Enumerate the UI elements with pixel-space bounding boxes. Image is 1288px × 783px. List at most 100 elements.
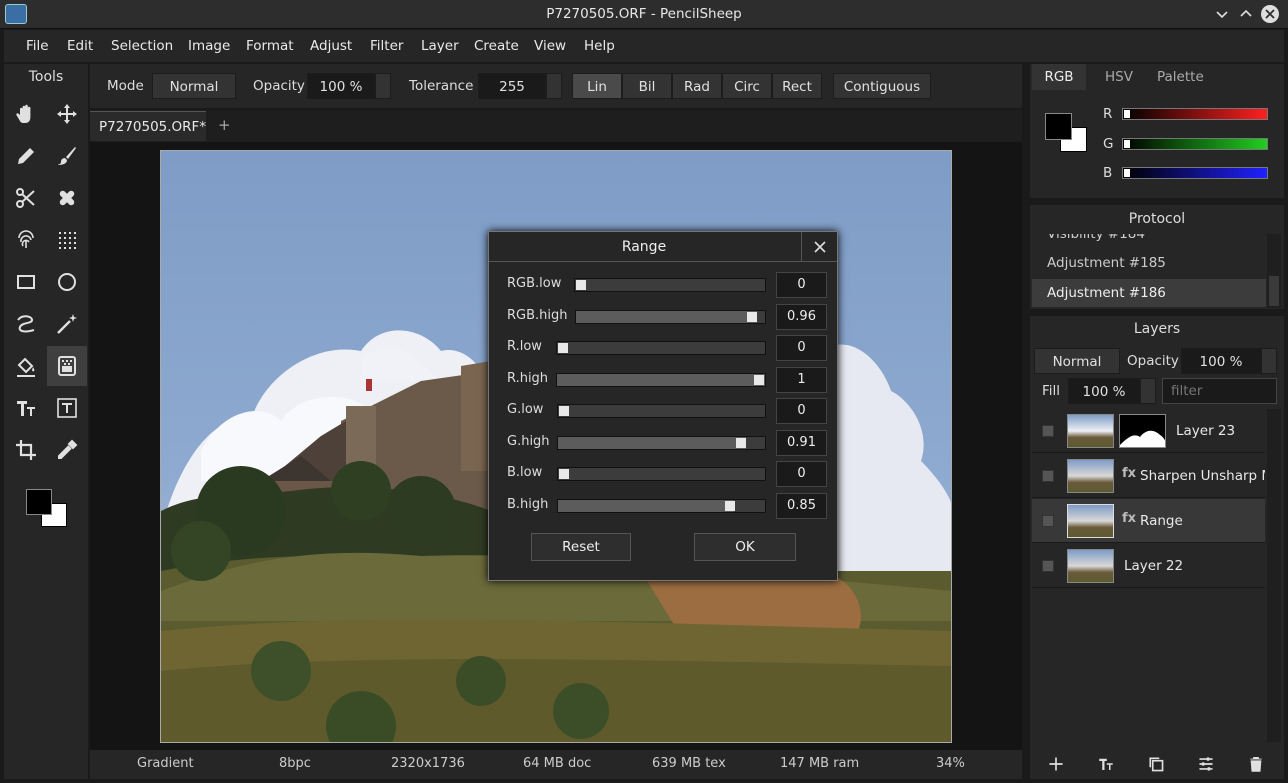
channel-slider-handle[interactable] (1124, 169, 1130, 177)
shape-radial-button[interactable]: Rad (672, 73, 722, 99)
layer-row[interactable]: Layer 23 (1032, 409, 1265, 453)
protocol-item[interactable]: Adjustment #185 (1047, 251, 1166, 275)
menu-file[interactable]: File (26, 30, 49, 62)
layer-row[interactable]: fx Sharpen Unsharp M (1032, 454, 1265, 498)
layer-fill-field[interactable]: 100 % (1068, 378, 1140, 404)
magic-wand-tool-icon[interactable] (47, 304, 87, 344)
layer-visibility-checkbox[interactable] (1042, 425, 1054, 437)
tolerance-spin[interactable] (546, 73, 562, 99)
menu-image[interactable]: Image (188, 30, 230, 62)
range-slider-handle[interactable] (559, 469, 569, 479)
layer-visibility-checkbox[interactable] (1042, 470, 1054, 482)
protocol-scrollbar[interactable] (1267, 234, 1281, 308)
shape-circular-button[interactable]: Circ (722, 73, 772, 99)
fingerprint-tool-icon[interactable] (6, 220, 46, 260)
tab-hsv[interactable]: HSV (1105, 64, 1133, 90)
lasso-tool-icon[interactable] (6, 304, 46, 344)
layer-filter-input[interactable] (1162, 378, 1277, 404)
channel-slider-handle[interactable] (1124, 110, 1130, 118)
channel-slider[interactable] (1122, 167, 1268, 179)
shape-linear-button[interactable]: Lin (572, 73, 622, 99)
channel-slider[interactable] (1122, 108, 1268, 120)
channel-slider-handle[interactable] (1124, 139, 1130, 148)
layer-opacity-spin[interactable] (1261, 348, 1277, 374)
range-value-field[interactable]: 0 (776, 398, 827, 424)
menu-help[interactable]: Help (584, 30, 615, 62)
tool-foreground-swatch[interactable] (26, 489, 52, 515)
dialog-close-icon[interactable] (801, 232, 837, 262)
range-slider[interactable] (557, 404, 766, 418)
range-slider[interactable] (556, 341, 766, 355)
tolerance-field[interactable]: 255 (478, 73, 546, 99)
text-tool-icon[interactable] (6, 388, 46, 428)
range-slider-handle[interactable] (736, 437, 746, 448)
layer-row[interactable]: Layer 22 (1032, 544, 1265, 588)
dots-tool-icon[interactable] (47, 220, 87, 260)
shape-rect-button[interactable]: Rect (772, 73, 822, 99)
layer-row-selected[interactable]: fx Range (1032, 499, 1265, 543)
range-slider-handle[interactable] (576, 280, 586, 290)
tab-palette[interactable]: Palette (1157, 64, 1204, 90)
hand-tool-icon[interactable] (6, 94, 46, 134)
menu-edit[interactable]: Edit (67, 30, 93, 62)
tab-rgb[interactable]: RGB (1032, 64, 1086, 90)
fill-bucket-tool-icon[interactable] (6, 346, 46, 386)
add-text-layer-icon[interactable] (1095, 753, 1117, 775)
healing-tool-icon[interactable] (47, 178, 87, 218)
range-slider[interactable] (556, 372, 766, 387)
menu-view[interactable]: View (534, 30, 566, 62)
menu-adjust[interactable]: Adjust (310, 30, 352, 62)
range-slider-handle[interactable] (747, 311, 757, 322)
mode-dropdown[interactable]: Normal (152, 73, 236, 99)
rectangle-tool-icon[interactable] (6, 262, 46, 302)
layers-scrollbar[interactable] (1267, 409, 1281, 742)
layer-adjustments-icon[interactable] (1195, 753, 1217, 775)
range-dialog-titlebar[interactable]: Range (489, 232, 837, 262)
pencil-tool-icon[interactable] (6, 136, 46, 176)
add-layer-icon[interactable] (1045, 753, 1067, 775)
close-window-icon[interactable] (1261, 5, 1279, 23)
layer-visibility-checkbox[interactable] (1042, 560, 1054, 572)
range-slider-handle[interactable] (559, 406, 569, 416)
eyedropper-tool-icon[interactable] (47, 430, 87, 470)
document-tab[interactable]: P7270505.ORF* (90, 111, 206, 141)
range-slider[interactable] (557, 435, 766, 450)
menu-create[interactable]: Create (474, 30, 519, 62)
shape-bilinear-button[interactable]: Bil (622, 73, 672, 99)
menu-layer[interactable]: Layer (421, 30, 459, 62)
range-slider[interactable] (557, 467, 766, 481)
range-value-field[interactable]: 0.91 (776, 429, 827, 456)
layer-opacity-field[interactable]: 100 % (1181, 348, 1261, 374)
protocol-item-selected[interactable]: Adjustment #186 (1032, 279, 1266, 307)
opacity-spin[interactable] (375, 73, 391, 99)
contiguous-toggle[interactable]: Contiguous (833, 73, 931, 99)
text-box-tool-icon[interactable] (47, 388, 87, 428)
duplicate-layer-icon[interactable] (1145, 753, 1167, 775)
ok-button[interactable]: OK (694, 533, 796, 561)
range-slider-handle[interactable] (725, 500, 735, 511)
protocol-item[interactable]: Visibility #184 (1047, 234, 1145, 246)
layer-blend-dropdown[interactable]: Normal (1034, 348, 1120, 374)
scissors-tool-icon[interactable] (6, 178, 46, 218)
maximize-icon[interactable] (1238, 6, 1254, 22)
range-value-field[interactable]: 0 (776, 461, 827, 487)
range-value-field[interactable]: 0 (776, 272, 827, 298)
minimize-icon[interactable] (1214, 6, 1230, 22)
layer-visibility-checkbox[interactable] (1042, 515, 1054, 527)
range-slider[interactable] (575, 309, 766, 324)
gradient-tool-icon[interactable] (47, 346, 87, 386)
ellipse-tool-icon[interactable] (47, 262, 87, 302)
color-foreground-swatch[interactable] (1045, 113, 1072, 140)
opacity-field[interactable]: 100 % (307, 73, 375, 99)
range-value-field[interactable]: 0.85 (776, 492, 827, 519)
range-value-field[interactable]: 1 (776, 366, 827, 393)
crop-tool-icon[interactable] (6, 430, 46, 470)
layer-fill-spin[interactable] (1140, 378, 1156, 404)
menu-format[interactable]: Format (246, 30, 294, 62)
move-tool-icon[interactable] (47, 94, 87, 134)
brush-tool-icon[interactable] (47, 136, 87, 176)
range-slider-handle[interactable] (558, 343, 568, 353)
range-slider[interactable] (574, 278, 766, 292)
range-slider[interactable] (557, 498, 766, 513)
channel-slider[interactable] (1122, 137, 1268, 150)
